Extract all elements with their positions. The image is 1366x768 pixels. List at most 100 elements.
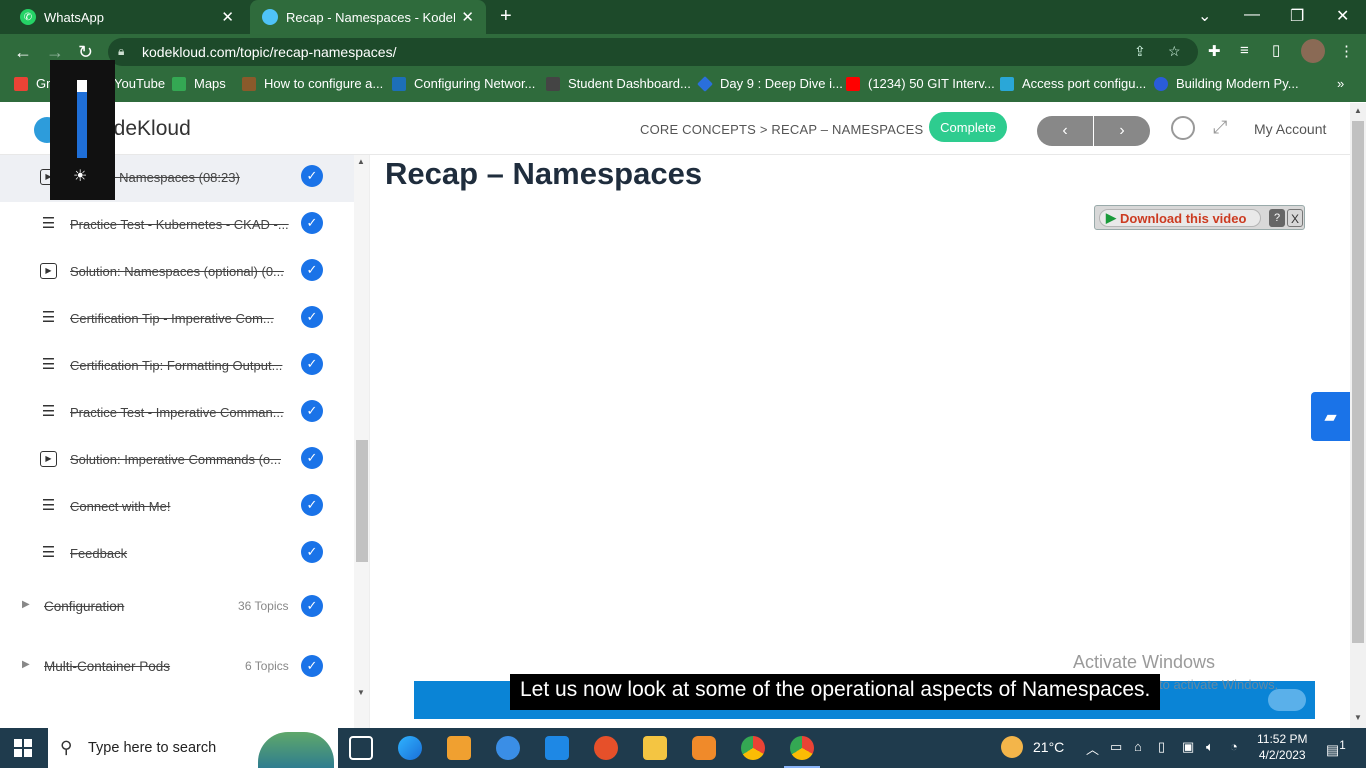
expand-arrow-icon[interactable]: ▶ — [22, 659, 30, 670]
brightness-icon: ☀ — [73, 168, 88, 185]
lesson-item[interactable]: ▶ Solution: Namespaces (optional) (0... … — [0, 249, 354, 296]
scroll-up-icon[interactable]: ▲ — [357, 157, 365, 166]
page-scrollbar[interactable]: ▲ ▼ — [1350, 103, 1366, 728]
help-icon[interactable]: ? — [1269, 209, 1285, 227]
settings-app-icon[interactable] — [692, 736, 716, 760]
bookmark-label: Maps — [194, 76, 226, 91]
profile-avatar[interactable] — [1301, 39, 1325, 63]
chrome-profile-icon[interactable] — [784, 736, 820, 768]
app-icon[interactable] — [496, 736, 520, 760]
bookmark-configuring-networ[interactable]: Configuring Networ... — [392, 76, 535, 91]
app-icon[interactable] — [594, 736, 618, 760]
close-download-icon[interactable]: X — [1287, 209, 1303, 227]
text-lesson-icon: ☰ — [41, 544, 56, 561]
gmail-icon — [14, 76, 28, 91]
menu-icon[interactable]: ⋮ — [1339, 42, 1354, 60]
volume-icon[interactable]: 🔈︎ — [1206, 739, 1214, 755]
lesson-item[interactable]: ☰ Connect with Me! ✓ — [0, 484, 354, 531]
complete-button[interactable]: Complete — [929, 112, 1007, 142]
fullscreen-icon[interactable]: ⤢ — [1213, 117, 1227, 138]
weather-widget[interactable]: 21°C — [1001, 736, 1064, 758]
taskbar-search-box[interactable]: ⚲ Type here to search — [48, 728, 338, 768]
chrome-icon[interactable] — [741, 736, 765, 760]
windows-start-icon[interactable] — [14, 739, 32, 757]
close-icon[interactable]: ✕ — [461, 8, 474, 26]
bookmark-label: Student Dashboard... — [568, 76, 691, 91]
sidebar-scrollbar-thumb[interactable] — [356, 440, 368, 562]
notification-icon[interactable]: ▤1 — [1326, 739, 1346, 759]
lesson-item[interactable]: ▶ Solution: Imperative Commands (o... ✓ — [0, 437, 354, 484]
previous-topic-button[interactable]: ‹ — [1037, 116, 1093, 146]
window-close-icon[interactable]: ✕ — [1336, 6, 1349, 26]
share-icon[interactable]: ⇪ — [1134, 43, 1146, 60]
clock-date: 4/2/2023 — [1258, 748, 1306, 762]
bookmark-git-interview[interactable]: (1234) 50 GIT Interv... — [846, 76, 995, 91]
lesson-item[interactable]: ☰ Certification Tip: Formatting Output..… — [0, 343, 354, 390]
lesson-label: Certification Tip: Formatting Output... — [70, 358, 283, 373]
dark-mode-icon[interactable] — [1171, 116, 1195, 140]
task-view-icon[interactable] — [349, 736, 373, 760]
page-title: Recap – Namespaces — [385, 156, 703, 191]
new-tab-icon[interactable]: + — [500, 5, 512, 28]
scroll-down-icon[interactable]: ▼ — [357, 688, 365, 697]
youtube-icon — [846, 76, 860, 91]
store-icon[interactable] — [447, 736, 471, 760]
tab-title: Recap - Namespaces - KodeKloud — [286, 9, 455, 25]
file-explorer-icon[interactable] — [643, 736, 667, 760]
lesson-item[interactable]: ☰ Practice Test - Imperative Comman... ✓ — [0, 390, 354, 437]
bookmark-access-port[interactable]: Access port configu... — [1000, 76, 1146, 91]
search-highlight-image — [258, 732, 334, 768]
tab-kodekloud[interactable]: Recap - Namespaces - KodeKloud ✕ — [250, 0, 486, 34]
bookmark-how-to-configure[interactable]: How to configure a... — [242, 76, 383, 91]
completed-check-icon: ✓ — [301, 541, 323, 563]
battery-icon[interactable]: ▭ — [1110, 739, 1122, 755]
media-icon[interactable]: ≡ — [1240, 42, 1249, 59]
back-icon[interactable]: ← — [14, 42, 32, 63]
close-icon[interactable]: ✕ — [221, 8, 234, 26]
minimize-icon[interactable]: — — [1244, 6, 1260, 24]
device-icon[interactable]: ▯ — [1158, 739, 1165, 755]
chat-icon: ▰ — [1324, 408, 1337, 426]
bookmark-day-9[interactable]: Day 9 : Deep Dive i... — [697, 75, 843, 92]
bookmark-student-dashboard[interactable]: Student Dashboard... — [546, 76, 691, 91]
completed-check-icon: ✓ — [301, 353, 323, 375]
system-clock[interactable]: 11:52 PM 4/2/2023 — [1257, 731, 1307, 763]
meet-icon[interactable]: ▣ — [1182, 739, 1194, 755]
lesson-item[interactable]: ☰ Certification Tip - Imperative Com... … — [0, 296, 354, 343]
bookmark-building-modern[interactable]: Building Modern Py... — [1154, 76, 1299, 91]
lock-icon: 🔒︎ — [118, 44, 125, 58]
show-hidden-icons[interactable]: ︿ — [1086, 739, 1099, 758]
side-panel-icon[interactable]: ▯ — [1272, 41, 1280, 59]
bookmark-maps[interactable]: Maps — [172, 76, 226, 91]
my-account-link[interactable]: My Account — [1254, 121, 1326, 137]
next-topic-button[interactable]: › — [1094, 116, 1150, 146]
address-bar[interactable]: 🔒︎ kodekloud.com/topic/recap-namespaces/… — [108, 38, 1198, 66]
kodekloud-icon — [262, 9, 278, 25]
lesson-label: Connect with Me! — [70, 499, 171, 514]
section-multi-container-pods[interactable]: ▶ Multi-Container Pods 6 Topics ✓ — [0, 643, 354, 693]
tab-whatsapp[interactable]: ✆ WhatsApp ✕ — [8, 0, 246, 34]
extensions-icon[interactable]: ✚ — [1208, 42, 1221, 60]
download-video-button[interactable]: ▶ Download this video — [1099, 209, 1261, 227]
clock-time: 11:52 PM — [1257, 732, 1308, 746]
chat-feedback-button[interactable]: ▰ — [1311, 392, 1350, 441]
restore-icon[interactable]: ❐ — [1290, 6, 1304, 26]
tab-search-icon[interactable]: ⌄ — [1198, 6, 1211, 26]
wifi-icon[interactable]: ◔ — [1230, 739, 1238, 754]
section-configuration[interactable]: ▶ Configuration 36 Topics ✓ — [0, 583, 354, 633]
mail-icon[interactable] — [545, 736, 569, 760]
page-scrollbar-thumb[interactable] — [1352, 121, 1364, 643]
bookmark-label: How to configure a... — [264, 76, 384, 91]
more-bookmarks-icon[interactable]: » — [1337, 76, 1344, 91]
bookmark-star-icon[interactable]: ☆ — [1168, 43, 1181, 60]
lesson-item[interactable]: ☰ Feedback ✓ — [0, 531, 354, 578]
edge-icon[interactable] — [398, 736, 422, 760]
lesson-item[interactable]: ☰ Practice Test - Kubernetes - CKAD -...… — [0, 202, 354, 249]
lesson-label: Solution: Imperative Commands (o... — [70, 452, 281, 467]
expand-arrow-icon[interactable]: ▶ — [22, 599, 30, 610]
bookmark-label: (1234) 50 GIT Interv... — [868, 76, 995, 91]
scroll-up-icon[interactable]: ▲ — [1354, 106, 1362, 115]
network-icon[interactable]: ⌂ — [1134, 739, 1142, 754]
scroll-down-icon[interactable]: ▼ — [1354, 713, 1362, 722]
tab-title: WhatsApp — [44, 9, 104, 25]
